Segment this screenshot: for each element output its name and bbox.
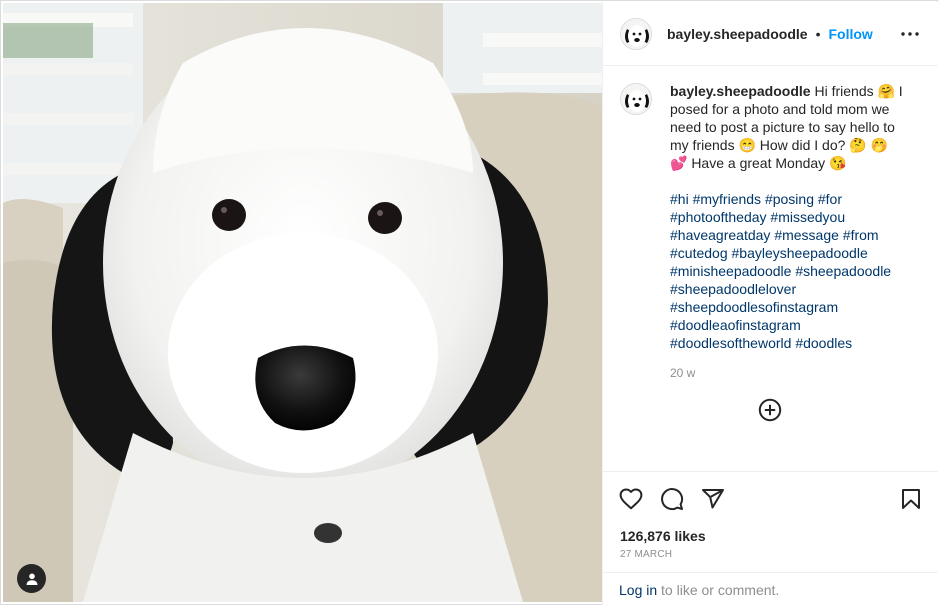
- hashtag[interactable]: #for: [818, 191, 842, 207]
- dog-avatar-icon: [621, 18, 651, 49]
- plus-circle-icon: [758, 398, 782, 422]
- post-sidebar: bayley.sheepadoodle • Follow bayley.shee…: [602, 2, 938, 605]
- post-time[interactable]: 20 w: [670, 364, 904, 382]
- save-button[interactable]: [898, 486, 924, 512]
- follow-button[interactable]: Follow: [828, 26, 872, 42]
- hashtag[interactable]: #from: [843, 227, 879, 243]
- hashtag[interactable]: #sheepadoodlelover: [670, 281, 796, 297]
- dog-photo: [3, 3, 602, 602]
- comment-icon: [661, 488, 684, 511]
- comment-bar: Log in to like or comment.: [603, 572, 938, 606]
- header-username[interactable]: bayley.sheepadoodle: [667, 26, 808, 42]
- hashtag[interactable]: #photooftheday: [670, 209, 767, 225]
- hashtag[interactable]: #sheepdoodlesofinstagram: [670, 299, 838, 315]
- login-link[interactable]: Log in: [619, 582, 657, 598]
- more-options-button[interactable]: [898, 24, 922, 44]
- more-options-icon: [901, 32, 919, 36]
- hashtag[interactable]: #minisheepadoodle: [670, 263, 791, 279]
- comment-button[interactable]: [659, 486, 685, 512]
- caption-text-block: bayley.sheepadoodle Hi friends 🤗 I posed…: [670, 82, 904, 172]
- share-icon: [702, 489, 724, 509]
- action-bar: 126,876 likes 27 MARCH Log in to like or…: [603, 471, 938, 605]
- comment-bar-text: to like or comment.: [657, 582, 780, 598]
- caption-area: bayley.sheepadoodle Hi friends 🤗 I posed…: [603, 67, 938, 471]
- hashtag[interactable]: #haveagreatday: [670, 227, 770, 243]
- user-tag-button[interactable]: [17, 564, 46, 593]
- heart-icon: [619, 488, 643, 510]
- hashtag[interactable]: #doodles: [795, 335, 852, 351]
- hashtag[interactable]: #myfriends: [693, 191, 761, 207]
- load-more-comments-button[interactable]: [758, 398, 782, 422]
- dog-avatar-icon: [621, 84, 651, 114]
- user-tag-icon: [26, 573, 37, 585]
- hashtag[interactable]: #doodlesoftheworld: [670, 335, 791, 351]
- caption-body: bayley.sheepadoodle Hi friends 🤗 I posed…: [670, 82, 904, 382]
- hashtag[interactable]: #hi: [670, 191, 689, 207]
- post-image[interactable]: [3, 3, 602, 602]
- hashtag[interactable]: #cutedog: [670, 245, 728, 261]
- share-button[interactable]: [700, 486, 726, 512]
- hashtag[interactable]: #posing: [765, 191, 814, 207]
- separator-dot: •: [815, 25, 821, 42]
- hashtag[interactable]: #missedyou: [770, 209, 845, 225]
- hashtag[interactable]: #bayleysheepadoodle: [732, 245, 868, 261]
- post-header: bayley.sheepadoodle • Follow: [603, 2, 938, 66]
- caption-username[interactable]: bayley.sheepadoodle: [670, 83, 811, 99]
- post-date: 27 MARCH: [620, 549, 673, 560]
- avatar[interactable]: [620, 17, 652, 50]
- like-button[interactable]: [618, 486, 644, 512]
- bookmark-icon: [902, 489, 920, 509]
- hashtag[interactable]: #message: [774, 227, 839, 243]
- caption-avatar[interactable]: [620, 83, 652, 115]
- hashtag[interactable]: #doodleaofinstagram: [670, 317, 801, 333]
- hashtag[interactable]: #sheepadoodle: [795, 263, 891, 279]
- post-dialog: bayley.sheepadoodle • Follow bayley.shee…: [0, 0, 938, 605]
- hashtag-list: #hi #myfriends #posing #for #photoofthed…: [670, 190, 904, 352]
- likes-count[interactable]: 126,876 likes: [620, 528, 706, 544]
- caption-row: bayley.sheepadoodle Hi friends 🤗 I posed…: [620, 82, 922, 382]
